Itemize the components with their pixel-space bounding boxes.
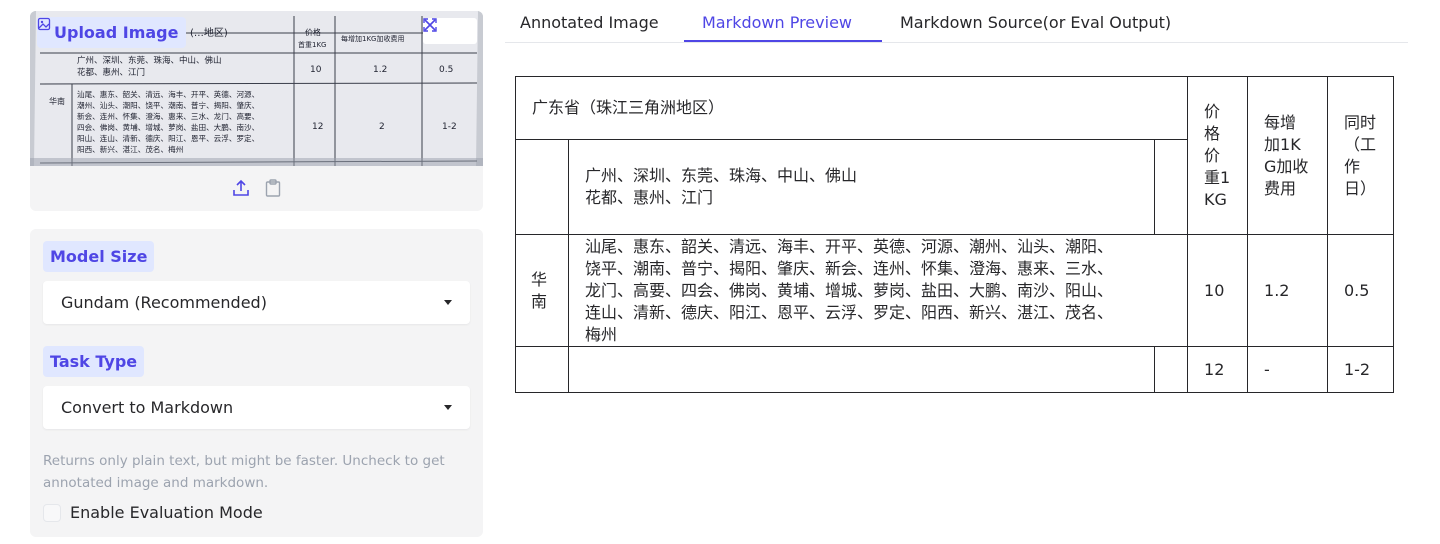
svg-text:潮州、汕头、潮阳、饶平、潮南、普宁、揭阳、肇庆、: 潮州、汕头、潮阳、饶平、潮南、普宁、揭阳、肇庆、	[77, 100, 259, 110]
svg-text:2: 2	[379, 122, 385, 132]
svg-text:价格: 价格	[305, 27, 321, 37]
table-cell	[1154, 346, 1189, 393]
svg-text:四会、佛岗、黄埔、增城、萝岗、盐田、大鹏、南沙、: 四会、佛岗、黄埔、增城、萝岗、盐田、大鹏、南沙、	[77, 122, 259, 132]
tab-annotated-image[interactable]: Annotated Image	[520, 13, 659, 32]
table-cell: -	[1247, 346, 1328, 393]
upload-icon[interactable]	[231, 178, 251, 198]
table-cell: 华南	[515, 234, 569, 347]
svg-text:阳西、新兴、湛江、茂名、梅州: 阳西、新兴、湛江、茂名、梅州	[77, 144, 183, 154]
close-icon[interactable]	[424, 19, 474, 42]
svg-text:首重1KG: 首重1KG	[298, 40, 326, 49]
model-size-value: Gundam (Recommended)	[61, 293, 267, 312]
table-cell: 10	[1187, 234, 1249, 347]
svg-text:每增加1KG加收费用: 每增加1KG加收费用	[341, 34, 404, 43]
table-cell: 1.2	[1247, 234, 1328, 347]
chevron-down-icon	[444, 300, 452, 305]
svg-text:新会、连州、怀集、澄海、惠来、三水、龙门、高要、: 新会、连州、怀集、澄海、惠来、三水、龙门、高要、	[77, 111, 259, 121]
svg-text:(…地区): (…地区)	[190, 26, 228, 39]
tab-markdown-source[interactable]: Markdown Source(or Eval Output)	[900, 13, 1171, 32]
table-cell	[1154, 139, 1189, 235]
task-type-dropdown[interactable]: Convert to Markdown	[43, 386, 470, 429]
cell-line: 广州、深圳、东莞、珠海、中山、佛山	[584, 166, 857, 185]
upload-image-text: Upload Image	[54, 23, 179, 42]
svg-text:0.5: 0.5	[439, 65, 453, 75]
chevron-down-icon	[444, 405, 452, 410]
svg-text:汕尾、惠东、韶关、清远、海丰、开平、英德、河源、: 汕尾、惠东、韶关、清远、海丰、开平、英德、河源、	[77, 89, 259, 99]
table-cell: 广州、深圳、东莞、珠海、中山、佛山 花都、惠州、江门	[567, 139, 1156, 235]
table-cell: 1-2	[1326, 346, 1395, 393]
svg-text:1-2: 1-2	[442, 122, 457, 132]
svg-text:花都、惠州、江门: 花都、惠州、江门	[77, 67, 145, 78]
eval-mode-label: Enable Evaluation Mode	[70, 503, 263, 522]
table-cell: 价格价重1KG	[1187, 76, 1249, 235]
table-cell: 同时（工作日）	[1326, 76, 1395, 235]
svg-text:12: 12	[312, 122, 323, 132]
tab-markdown-preview[interactable]: Markdown Preview	[702, 13, 852, 32]
table-cell: 汕尾、惠东、韶关、清远、海丰、开平、英德、河源、潮州、汕头、潮阳、饶平、潮南、普…	[567, 234, 1189, 347]
image-input-card: (…地区) 价格 首重1KG 每增加1KG加收费用 广州、深圳、东莞、珠海、中山…	[30, 11, 483, 211]
output-tabs: Annotated Image Markdown Preview Markdow…	[505, 0, 1408, 43]
svg-text:阳山、连山、清新、德庆、阳江、恩平、云浮、罗定、: 阳山、连山、清新、德庆、阳江、恩平、云浮、罗定、	[77, 133, 259, 143]
settings-panel: Model Size Gundam (Recommended) Task Typ…	[30, 229, 483, 537]
eval-mode-info: Returns only plain text, but might be fa…	[43, 453, 445, 491]
table-cell: 12	[1187, 346, 1249, 393]
markdown-table: 广东省（珠江三角洲地区） 价格价重1KG 每增加1KG加收费用 同时（工作日） …	[514, 76, 1395, 393]
image-actions	[423, 18, 477, 44]
table-cell: 广东省（珠江三角洲地区）	[514, 76, 1189, 140]
eval-mode-checkbox-row[interactable]: Enable Evaluation Mode	[43, 503, 263, 522]
table-cell	[567, 346, 1156, 393]
table-cell: 0.5	[1326, 234, 1395, 347]
svg-text:华南: 华南	[49, 96, 65, 106]
model-size-dropdown[interactable]: Gundam (Recommended)	[43, 281, 470, 324]
table-cell: 每增加1KG加收费用	[1247, 76, 1328, 235]
cell-line: 花都、惠州、江门	[584, 188, 713, 207]
svg-text:10: 10	[310, 65, 322, 75]
task-type-label: Task Type	[43, 346, 145, 377]
model-size-label: Model Size	[43, 241, 155, 272]
clipboard-icon[interactable]	[263, 178, 283, 198]
svg-text:广州、深圳、东莞、珠海、中山、佛山: 广州、深圳、东莞、珠海、中山、佛山	[77, 55, 222, 66]
image-source-toolbar	[30, 178, 483, 202]
svg-text:1.2: 1.2	[373, 65, 387, 75]
eval-mode-checkbox[interactable]	[43, 503, 61, 522]
upload-image-label[interactable]: Upload Image	[37, 17, 187, 48]
table-row: 12 - 1-2	[515, 346, 1395, 393]
uploaded-image-preview[interactable]: (…地区) 价格 首重1KG 每增加1KG加收费用 广州、深圳、东莞、珠海、中山…	[30, 11, 483, 166]
table-cell	[515, 139, 569, 235]
active-tab-indicator	[684, 40, 882, 42]
table-cell	[515, 346, 569, 393]
table-row: 华南 汕尾、惠东、韶关、清远、海丰、开平、英德、河源、潮州、汕头、潮阳、饶平、潮…	[515, 234, 1395, 347]
table-row: 广东省（珠江三角洲地区） 价格价重1KG 每增加1KG加收费用 同时（工作日）	[514, 76, 1395, 235]
task-type-value: Convert to Markdown	[61, 398, 234, 417]
